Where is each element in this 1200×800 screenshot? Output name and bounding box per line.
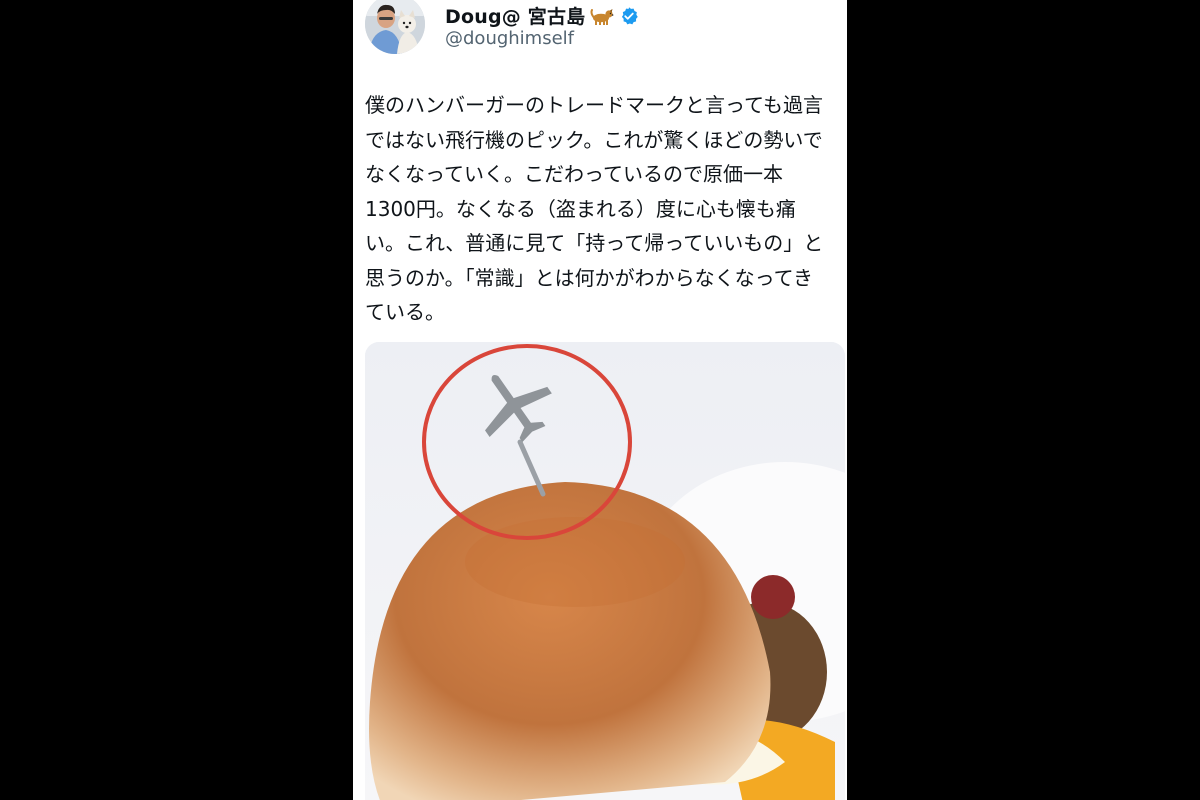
tweet-card: Doug@ 宮古島 @doughimself 僕のハンバーガーのトレードマークと… <box>353 0 847 800</box>
author-handle[interactable]: @doughimself <box>445 28 574 49</box>
dog-emoji-icon <box>590 6 614 26</box>
hamburger-photo <box>365 342 845 800</box>
tweet-header: Doug@ 宮古島 @doughimself <box>365 0 835 60</box>
tweet-media-photo[interactable] <box>365 342 845 800</box>
author-name-row[interactable]: Doug@ 宮古島 <box>445 2 639 29</box>
avatar[interactable] <box>365 0 425 54</box>
avatar-image <box>365 0 425 54</box>
tweet-text: 僕のハンバーガーのトレードマークと言っても過言 ではない飛行機のピック。これが驚… <box>365 93 824 324</box>
author-display-name[interactable]: Doug@ 宮古島 <box>445 2 585 29</box>
verified-badge-icon <box>619 6 639 26</box>
